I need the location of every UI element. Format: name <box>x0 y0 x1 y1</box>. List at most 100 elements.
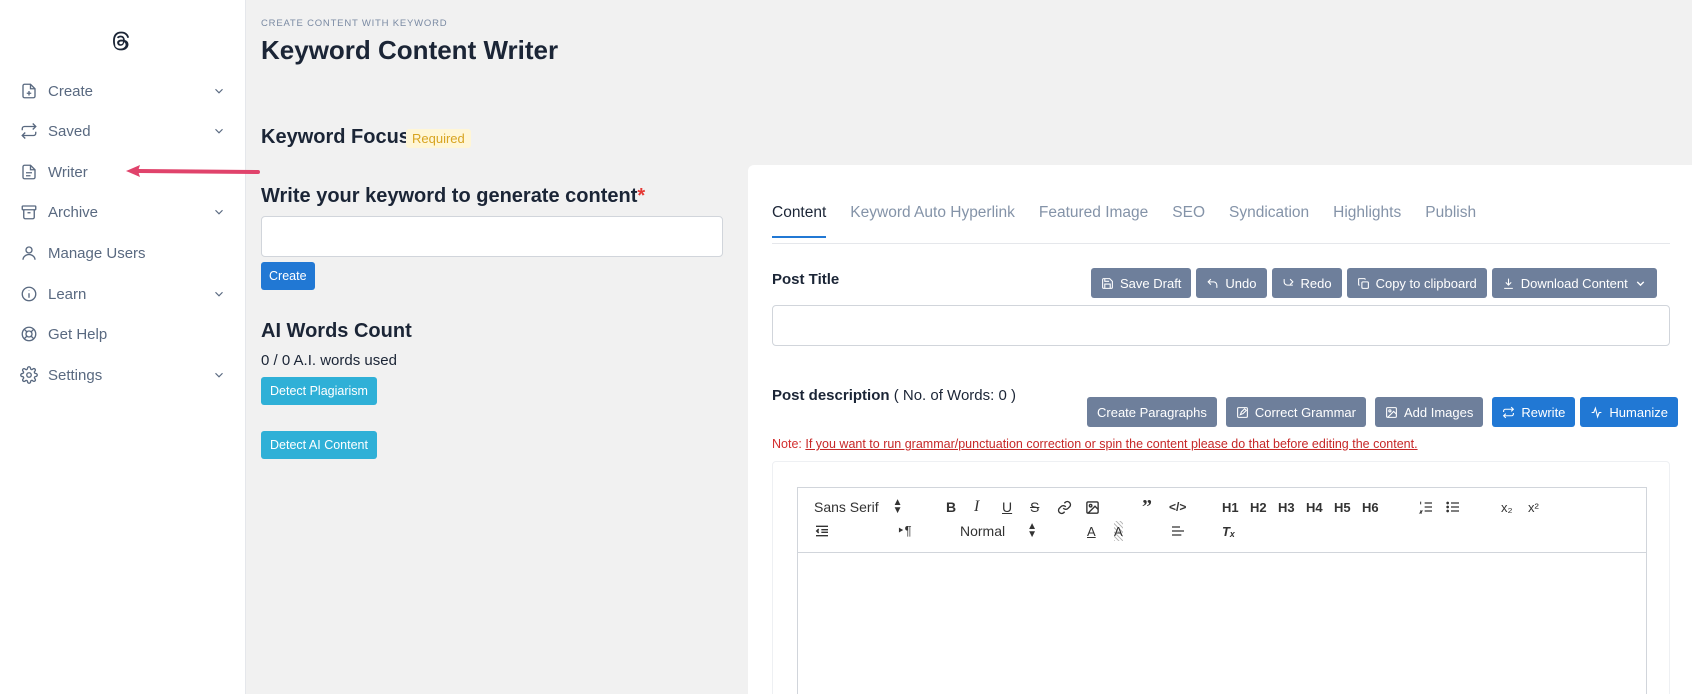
underline-icon[interactable]: U <box>1002 497 1012 517</box>
sidebar-item-archive[interactable]: Archive <box>20 198 226 226</box>
save-draft-button[interactable]: Save Draft <box>1091 268 1192 298</box>
superscript-icon[interactable]: x² <box>1528 497 1539 517</box>
heading-6-icon[interactable]: H6 <box>1362 497 1379 517</box>
keyword-label-text: Write your keyword to generate content <box>261 185 638 207</box>
heading-3-icon[interactable]: H3 <box>1278 497 1295 517</box>
tab-content[interactable]: Content <box>772 204 827 238</box>
undo-button[interactable]: Undo <box>1196 268 1267 298</box>
tab-seo[interactable]: SEO <box>1172 204 1205 238</box>
repeat-icon <box>20 122 38 140</box>
note-link[interactable]: If you want to run grammar/punctuation c… <box>805 437 1417 451</box>
save-icon <box>1102 277 1113 289</box>
create-paragraphs-label: Create Paragraphs <box>1097 404 1207 420</box>
code-block-icon[interactable]: </> <box>1169 497 1186 517</box>
chevron-down-icon <box>212 84 226 98</box>
chevron-down-icon <box>212 368 226 382</box>
required-badge: Required <box>406 129 471 148</box>
correct-grammar-button[interactable]: Correct Grammar <box>1225 397 1366 427</box>
copy-icon <box>1357 277 1369 289</box>
sidebar-item-saved[interactable]: Saved <box>20 117 226 145</box>
italic-icon[interactable]: I <box>974 497 979 517</box>
detect-plagiarism-button[interactable]: Detect Plagiarism <box>261 377 377 405</box>
font-color-icon[interactable]: A <box>1087 521 1096 541</box>
text-direction-icon[interactable]: ‣¶ <box>897 521 912 541</box>
strikethrough-icon[interactable]: S <box>1030 497 1039 517</box>
heading-1-icon[interactable]: H1 <box>1222 497 1239 517</box>
add-images-button[interactable]: Add Images <box>1374 397 1484 427</box>
rewrite-button[interactable]: Rewrite <box>1492 397 1576 427</box>
bullet-list-icon[interactable] <box>1445 497 1461 517</box>
align-icon[interactable] <box>1170 521 1186 541</box>
outdent-icon[interactable] <box>814 521 830 541</box>
blockquote-icon[interactable]: ” <box>1142 496 1152 518</box>
tab-featured-image[interactable]: Featured Image <box>1039 204 1148 238</box>
humanize-button[interactable]: Humanize <box>1580 397 1678 427</box>
sidebar-item-label: Archive <box>48 203 99 221</box>
post-title-label: Post Title <box>772 271 840 288</box>
select-arrows-icon: ▲ ▼ <box>892 497 903 516</box>
post-description-label: Post description ( No. of Words: 0 ) <box>772 387 1016 404</box>
undo-icon <box>1207 278 1218 288</box>
file-plus-icon <box>20 82 38 100</box>
keyword-focus-title: Keyword Focus <box>261 126 410 148</box>
bold-icon[interactable]: B <box>946 497 956 517</box>
correct-grammar-label: Correct Grammar <box>1254 404 1356 420</box>
heading-5-icon[interactable]: H5 <box>1334 497 1351 517</box>
post-title-input[interactable] <box>772 305 1670 346</box>
document-icon <box>20 163 38 181</box>
tab-highlights[interactable]: Highlights <box>1333 204 1401 238</box>
sidebar-item-create[interactable]: Create <box>20 77 226 105</box>
rewrite-label: Rewrite <box>1521 404 1566 420</box>
description-actions: Create Paragraphs Correct Grammar Add Im… <box>1087 397 1678 427</box>
tab-keyword-auto-hyperlink[interactable]: Keyword Auto Hyperlink <box>850 204 1015 238</box>
download-content-button[interactable]: Download Content <box>1491 268 1657 298</box>
create-button[interactable]: Create <box>261 262 315 290</box>
font-select-value: Sans Serif <box>814 499 879 515</box>
copy-to-clipboard-button[interactable]: Copy to clipboard <box>1346 268 1487 298</box>
size-select[interactable]: Normal ▲ ▼ <box>960 521 1037 541</box>
sidebar-item-learn[interactable]: Learn <box>20 280 226 308</box>
sidebar-item-settings[interactable]: Settings <box>20 361 226 389</box>
image-icon[interactable] <box>1085 497 1100 517</box>
word-count: ( No. of Words: 0 ) <box>893 387 1016 404</box>
info-icon <box>20 285 38 303</box>
download-label: Download Content <box>1520 275 1628 291</box>
sidebar-item-label: Saved <box>48 122 91 140</box>
ai-words-count: 0 / 0 A.I. words used <box>261 352 397 369</box>
image-icon <box>1386 406 1397 418</box>
editor-tabs: Content Keyword Auto Hyperlink Featured … <box>772 204 1500 238</box>
chevron-down-icon <box>212 124 226 138</box>
keyword-input[interactable] <box>261 216 723 257</box>
page-title: Keyword Content Writer <box>261 35 559 65</box>
heading-2-icon[interactable]: H2 <box>1250 497 1267 517</box>
size-select-value: Normal <box>960 523 1006 539</box>
post-description-title: Post description <box>772 387 890 404</box>
redo-icon <box>1283 278 1294 286</box>
heading-4-icon[interactable]: H4 <box>1306 497 1323 517</box>
page-eyebrow: CREATE CONTENT WITH KEYWORD <box>261 18 448 29</box>
sidebar-item-label: Create <box>48 82 94 100</box>
humanize-label: Humanize <box>1609 404 1668 420</box>
threads-logo-icon[interactable] <box>110 30 132 52</box>
repeat-icon <box>1503 406 1515 418</box>
redo-button[interactable]: Redo <box>1271 268 1342 298</box>
tab-publish[interactable]: Publish <box>1425 204 1476 238</box>
undo-label: Undo <box>1225 275 1257 291</box>
subscript-icon[interactable]: x₂ <box>1501 497 1513 517</box>
sidebar-item-manage-users[interactable]: Manage Users <box>20 239 226 267</box>
editor-toolbar: Sans Serif ▲ ▼ B I U S ” </> H1 H2 H3 H4 … <box>797 487 1647 553</box>
create-paragraphs-button[interactable]: Create Paragraphs <box>1087 397 1217 427</box>
chevron-down-icon <box>212 287 226 301</box>
ordered-list-icon[interactable] <box>1418 497 1434 517</box>
font-select[interactable]: Sans Serif ▲ ▼ <box>814 497 903 517</box>
sidebar-item-get-help[interactable]: Get Help <box>20 320 226 348</box>
background-color-icon[interactable]: A <box>1114 521 1123 541</box>
detect-ai-content-button[interactable]: Detect AI Content <box>261 431 377 459</box>
clear-format-icon[interactable]: Tₓ <box>1222 521 1235 541</box>
tab-syndication[interactable]: Syndication <box>1229 204 1309 238</box>
keyword-label: Write your keyword to generate content* <box>261 185 645 208</box>
link-icon[interactable] <box>1057 497 1072 517</box>
sidebar-item-label: Manage Users <box>48 244 146 262</box>
sidebar-item-label: Learn <box>48 285 87 303</box>
annotation-arrow-icon <box>126 165 260 177</box>
